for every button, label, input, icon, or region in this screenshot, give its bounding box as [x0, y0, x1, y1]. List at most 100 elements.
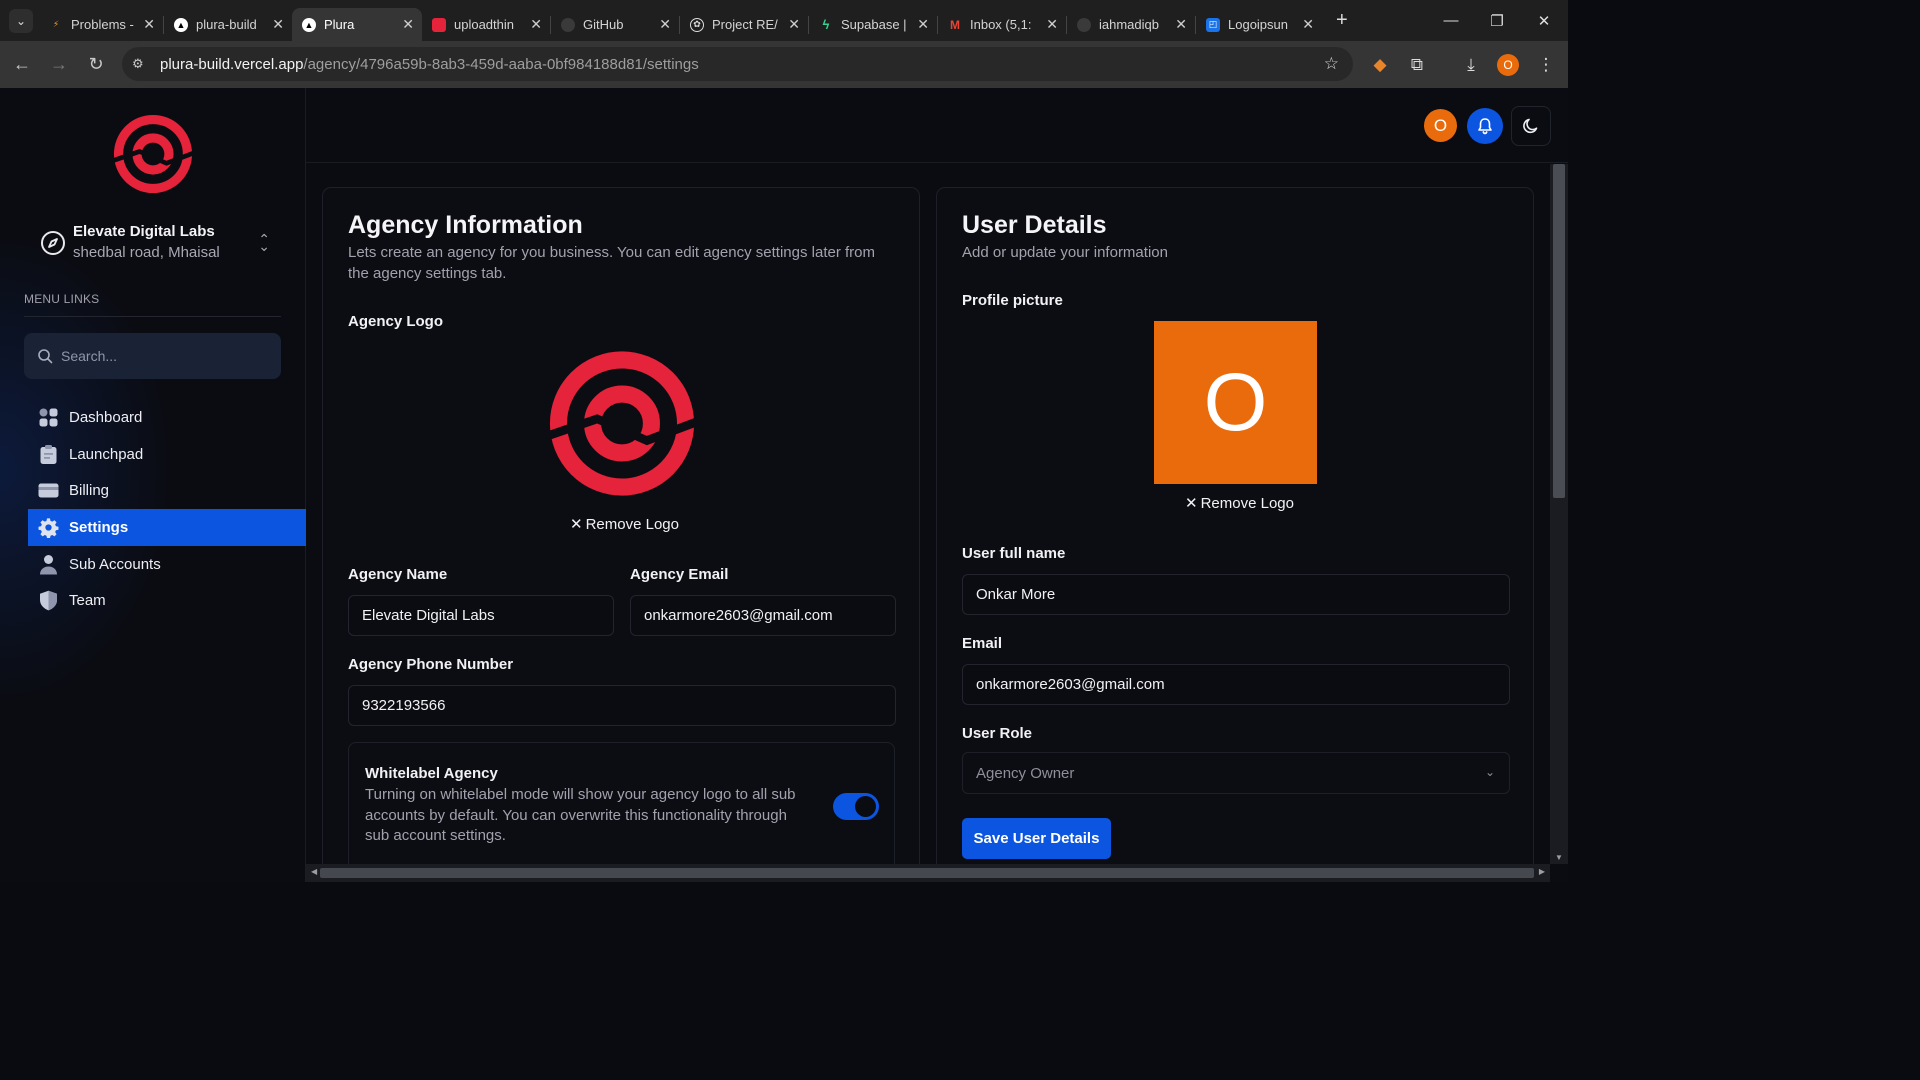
vertical-scrollbar[interactable]: ▲ ▼: [1550, 164, 1568, 864]
gear-icon: [38, 518, 59, 538]
user-avatar[interactable]: O: [1424, 109, 1457, 142]
browser-tab[interactable]: M Inbox (5,1: ✕: [938, 8, 1066, 41]
user-details-card: User Details Add or update your informat…: [936, 187, 1534, 864]
bookmark-star-icon[interactable]: ☆: [1324, 54, 1339, 74]
minimize-button[interactable]: —: [1428, 0, 1474, 41]
browser-tab[interactable]: ▲ plura-build ✕: [164, 8, 292, 41]
app: Elevate Digital Labs shedbal road, Mhais…: [0, 88, 1568, 882]
restore-button[interactable]: ❐: [1474, 0, 1520, 41]
agency-email-input[interactable]: onkarmore2603@gmail.com: [630, 595, 896, 636]
browser-tab-active[interactable]: ▲ Plura ✕: [292, 8, 422, 41]
close-icon: ✕: [570, 516, 583, 533]
sidebar-item-billing[interactable]: Billing: [28, 472, 306, 509]
tab-title: Problems -: [71, 17, 134, 32]
back-icon[interactable]: ←: [4, 54, 40, 75]
sidebar-item-settings[interactable]: Settings: [28, 509, 306, 546]
notifications-button[interactable]: [1467, 108, 1503, 144]
theme-toggle-button[interactable]: [1511, 106, 1551, 146]
sidebar-item-sub-accounts[interactable]: Sub Accounts: [28, 546, 306, 583]
close-icon[interactable]: ✕: [530, 16, 542, 33]
tab-title: Supabase |: [841, 17, 907, 32]
agency-phone-input[interactable]: 9322193566: [348, 685, 896, 726]
supabase-icon: ϟ: [822, 17, 830, 32]
profile-button[interactable]: O: [1491, 41, 1525, 88]
whitelabel-setting: Whitelabel Agency Turning on whitelabel …: [348, 742, 895, 864]
agency-email-label: Agency Email: [630, 566, 729, 583]
browser-tab[interactable]: ϟ Supabase | ✕: [809, 8, 937, 41]
close-icon[interactable]: ✕: [917, 16, 929, 33]
remove-agency-logo-button[interactable]: ✕ Remove Logo: [570, 515, 679, 534]
sidebar-item-launchpad[interactable]: Launchpad: [28, 436, 306, 473]
scroll-down-icon[interactable]: ▼: [1555, 853, 1563, 862]
download-icon[interactable]: ⤓: [1454, 41, 1488, 88]
browser-tab[interactable]: ✿ Project RE/ ✕: [680, 8, 808, 41]
url-text[interactable]: plura-build.vercel.app/agency/4796a59b-8…: [160, 56, 699, 73]
agency-address: shedbal road, Mhaisal: [73, 244, 220, 261]
close-icon[interactable]: ✕: [272, 16, 284, 33]
browser-menu-icon[interactable]: ⋮: [1529, 41, 1563, 88]
new-tab-button[interactable]: +: [1336, 9, 1348, 32]
email-label: Email: [962, 635, 1003, 652]
close-icon[interactable]: ✕: [143, 16, 155, 33]
search-input[interactable]: Search...: [24, 333, 281, 379]
close-icon[interactable]: ✕: [1046, 16, 1058, 33]
browser-tab[interactable]: ◰ Logoipsun ✕: [1196, 8, 1322, 41]
save-user-details-button[interactable]: Save User Details: [962, 818, 1111, 859]
whitelabel-toggle[interactable]: [833, 793, 879, 820]
scrollbar-thumb[interactable]: [320, 868, 1534, 878]
profile-picture: O: [1154, 321, 1317, 484]
browser-tab[interactable]: uploadthin ✕: [422, 8, 550, 41]
whitelabel-title: Whitelabel Agency: [365, 765, 498, 782]
close-icon[interactable]: ✕: [659, 16, 671, 33]
dashboard-icon: [39, 408, 58, 427]
search-icon: [38, 349, 53, 364]
tab-search-button[interactable]: ⌄: [9, 8, 33, 33]
window-close-button[interactable]: ✕: [1521, 0, 1567, 41]
sidebar-item-team[interactable]: Team: [28, 582, 306, 619]
gmail-icon: M: [950, 17, 960, 32]
avatar: O: [1497, 53, 1519, 76]
github-icon: [1077, 17, 1091, 32]
browser-tab[interactable]: iahmadiqb ✕: [1067, 8, 1195, 41]
user-role-label: User Role: [962, 725, 1033, 742]
chevron-down-icon: ⌄: [1484, 765, 1495, 779]
site-info-icon[interactable]: ⚙: [132, 56, 152, 72]
forward-icon[interactable]: →: [41, 54, 77, 75]
chevron-up-down-icon: ⌃ ⌄: [258, 231, 270, 254]
vercel-icon: ▲: [174, 17, 188, 32]
horizontal-scrollbar[interactable]: ◀ ▶: [306, 864, 1550, 882]
close-icon[interactable]: ✕: [1302, 16, 1314, 33]
agency-name-input[interactable]: Elevate Digital Labs: [348, 595, 614, 636]
close-icon[interactable]: ✕: [402, 16, 414, 33]
card-subtitle: Lets create an agency for you business. …: [348, 244, 875, 282]
person-icon: [40, 554, 57, 575]
card-subtitle: Add or update your information: [962, 244, 1168, 261]
user-role-select[interactable]: Agency Owner ⌄: [962, 752, 1510, 794]
browser-tab[interactable]: GitHub ✕: [551, 8, 679, 41]
close-icon[interactable]: ✕: [1175, 16, 1187, 33]
browser-tab[interactable]: ⚡ Problems - ✕: [39, 8, 163, 41]
scroll-left-icon[interactable]: ◀: [311, 867, 317, 876]
user-role-value: Agency Owner: [976, 764, 1075, 782]
agency-logo-label: Agency Logo: [348, 313, 444, 330]
toggle-knob: [855, 796, 876, 817]
metamask-extension-icon[interactable]: ◆: [1363, 41, 1397, 88]
sidebar-nav: Dashboard Launchpad Billing Settings Sub…: [28, 399, 306, 619]
full-name-input[interactable]: Onkar More: [962, 574, 1510, 615]
remove-profile-picture-button[interactable]: ✕ Remove Logo: [1185, 494, 1294, 513]
scrollbar-thumb[interactable]: [1553, 164, 1565, 498]
tab-title: uploadthin: [454, 17, 514, 32]
menu-heading: MENU LINKS: [24, 292, 100, 306]
shield-icon: [40, 591, 57, 611]
address-bar[interactable]: ⚙ plura-build.vercel.app/agency/4796a59b…: [122, 47, 1353, 81]
extensions-icon[interactable]: ⧉: [1400, 41, 1434, 88]
sidebar-item-dashboard[interactable]: Dashboard: [28, 399, 306, 436]
agency-switcher[interactable]: Elevate Digital Labs shedbal road, Mhais…: [40, 221, 270, 265]
close-icon[interactable]: ✕: [788, 16, 800, 33]
sidebar-item-label: Billing: [69, 482, 110, 500]
reload-icon[interactable]: ↻: [78, 54, 114, 75]
email-field[interactable]: onkarmore2603@gmail.com: [962, 664, 1510, 705]
tab-title: iahmadiqb: [1099, 17, 1159, 32]
openai-icon: ✿: [690, 17, 704, 32]
scroll-right-icon[interactable]: ▶: [1539, 867, 1545, 876]
